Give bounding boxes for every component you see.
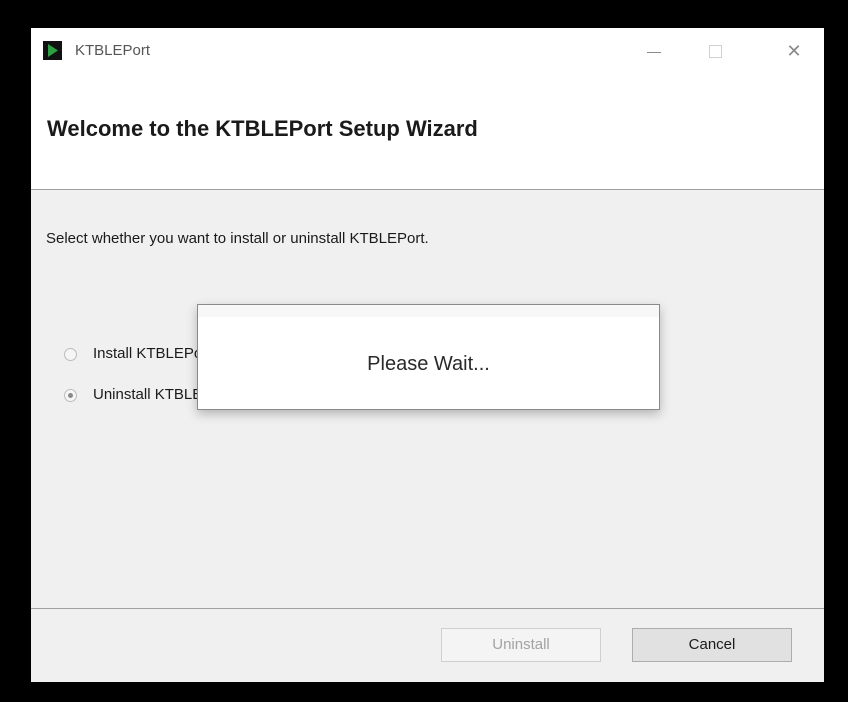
install-radio[interactable]	[64, 348, 77, 361]
dialog-top-band	[198, 305, 659, 317]
maximize-button[interactable]	[693, 28, 739, 75]
cancel-button[interactable]: Cancel	[632, 628, 792, 662]
uninstall-button[interactable]: Uninstall	[441, 628, 601, 662]
close-button[interactable]: ✕	[771, 28, 817, 75]
close-icon: ✕	[786, 41, 802, 61]
footer-divider	[31, 608, 824, 609]
please-wait-dialog: Please Wait...	[197, 304, 660, 410]
app-icon	[43, 41, 62, 60]
page-title: Welcome to the KTBLEPort Setup Wizard	[47, 116, 478, 141]
uninstall-radio[interactable]	[64, 389, 77, 402]
title-bar: KTBLEPort ✕	[31, 28, 824, 75]
setup-wizard-window: KTBLEPort ✕ Welcome to the KTBLEPort Set…	[31, 28, 824, 682]
install-option-label: Install KTBLEPort	[93, 345, 212, 362]
wizard-header: Welcome to the KTBLEPort Setup Wizard	[31, 75, 824, 190]
minimize-button[interactable]	[631, 28, 677, 75]
minimize-icon	[647, 52, 661, 53]
window-title: KTBLEPort	[75, 42, 151, 59]
maximize-icon	[709, 45, 722, 58]
instruction-text: Select whether you want to install or un…	[46, 230, 429, 247]
please-wait-message: Please Wait...	[367, 353, 490, 375]
